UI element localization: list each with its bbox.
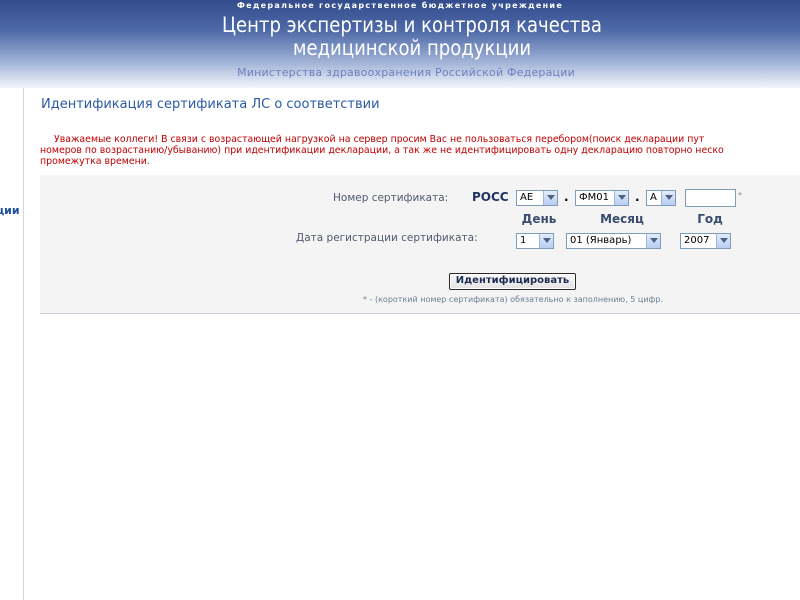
cert-separator-1: . [564, 190, 569, 204]
month-select[interactable]: 01 (Январь) [566, 233, 661, 249]
day-column-header: День [521, 212, 557, 226]
notice-line-2: номеров по возрастанию/убыванию) при иде… [40, 145, 724, 156]
chevron-down-icon [661, 191, 675, 205]
chevron-down-icon [646, 234, 660, 248]
notice-line-1: Уважаемые коллеги! В связи с возрастающе… [54, 134, 705, 145]
left-sidebar: ции [0, 88, 24, 600]
cert-part3-value: А [650, 192, 657, 203]
notice-line-3: промежутка времени. [40, 156, 150, 167]
sidebar-link-fragment[interactable]: ции [0, 204, 20, 217]
cert-part3-select[interactable]: А [646, 190, 676, 206]
chevron-down-icon [614, 191, 628, 205]
header-title-line1: Центр экспертизы и контроля качества [221, 13, 603, 37]
cert-part1-value: АЕ [520, 192, 534, 203]
registration-date-label: Дата регистрации сертификата: [296, 232, 478, 244]
site-header: Федеральное государственное бюджетное уч… [0, 0, 800, 88]
header-overline: Федеральное государственное бюджетное уч… [236, 1, 564, 10]
identification-form: Номер сертификата: РОСС АЕ . ФМ01 . А * … [40, 175, 800, 314]
cert-part1-select[interactable]: АЕ [516, 190, 558, 206]
cert-prefix: РОСС [472, 190, 509, 204]
day-value: 1 [520, 235, 527, 246]
main-content: Идентификация сертификата ЛС о соответст… [40, 88, 800, 600]
cert-short-number-input[interactable] [685, 189, 736, 207]
chevron-down-icon [716, 234, 730, 248]
year-value: 2007 [684, 235, 710, 246]
day-select[interactable]: 1 [516, 233, 554, 249]
month-value: 01 (Январь) [570, 235, 632, 246]
cert-part2-value: ФМ01 [579, 192, 609, 203]
year-column-header: Год [697, 212, 723, 226]
cert-part2-select[interactable]: ФМ01 [575, 190, 629, 206]
identify-button[interactable]: Идентифицировать [449, 273, 576, 290]
form-footnote: * - (короткий номер сертификата) обязате… [363, 295, 663, 304]
cert-number-label: Номер сертификата: [333, 192, 449, 204]
notice-text: Уважаемые коллеги! В связи с возрастающе… [40, 134, 800, 167]
cert-separator-2: . [635, 190, 640, 204]
required-mark: * [738, 191, 742, 200]
year-select[interactable]: 2007 [680, 233, 731, 249]
page-title: Идентификация сертификата ЛС о соответст… [41, 97, 380, 112]
chevron-down-icon [539, 234, 553, 248]
chevron-down-icon [543, 191, 557, 205]
month-column-header: Месяц [600, 212, 644, 226]
header-title-line2: медицинской продукции [292, 36, 532, 60]
header-ministry: Министерства здравоохранения Российской … [237, 66, 575, 79]
